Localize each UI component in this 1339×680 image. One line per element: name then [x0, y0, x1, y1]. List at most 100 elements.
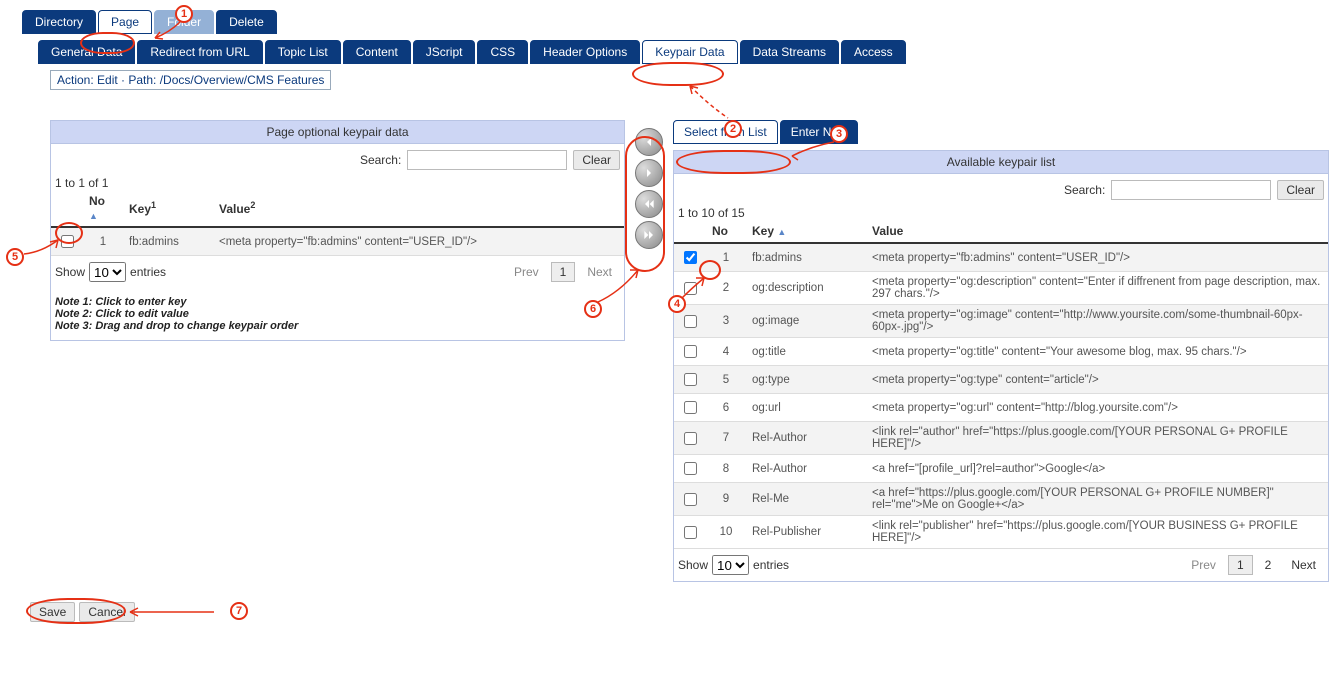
- subtab-css[interactable]: CSS: [477, 40, 528, 64]
- table-row: 9Rel-Me<a href="https://plus.google.com/…: [674, 483, 1328, 516]
- right-row-value[interactable]: <meta property="og:image" content="http:…: [866, 305, 1328, 338]
- left-prev-button[interactable]: Prev: [506, 263, 547, 281]
- left-row-checkbox[interactable]: [61, 235, 74, 248]
- right-page-2-button[interactable]: 2: [1257, 556, 1280, 574]
- right-page-1-button[interactable]: 1: [1228, 555, 1253, 575]
- right-panel-title: Available keypair list: [674, 151, 1328, 174]
- right-row-checkbox[interactable]: [684, 373, 697, 386]
- right-row-checkbox[interactable]: [684, 251, 697, 264]
- left-notes: Note 1: Click to enter key Note 2: Click…: [51, 288, 624, 340]
- right-row-key[interactable]: og:description: [746, 272, 866, 305]
- right-row-value[interactable]: <meta property="og:type" content="articl…: [866, 366, 1328, 394]
- move-all-left-button[interactable]: [635, 190, 663, 218]
- right-row-no: 7: [706, 422, 746, 455]
- left-pagesize-select[interactable]: 10: [89, 262, 126, 282]
- right-prev-button[interactable]: Prev: [1183, 556, 1224, 574]
- annotation-number-3: 3: [830, 125, 848, 143]
- tab-page[interactable]: Page: [98, 10, 152, 34]
- right-row-value[interactable]: <link rel="author" href="https://plus.go…: [866, 422, 1328, 455]
- annotation-number-2: 2: [724, 120, 742, 138]
- left-col-no[interactable]: No: [89, 194, 105, 208]
- cancel-button[interactable]: Cancel: [79, 602, 134, 622]
- left-count-label: 1 to 1 of 1: [51, 176, 624, 190]
- tab-directory[interactable]: Directory: [22, 10, 96, 34]
- annotation-number-1: 1: [175, 5, 193, 23]
- right-count-label: 1 to 10 of 15: [674, 206, 1328, 220]
- subtab-keypair-data[interactable]: Keypair Data: [642, 40, 737, 64]
- right-clear-button[interactable]: Clear: [1277, 180, 1324, 200]
- move-right-button[interactable]: [635, 159, 663, 187]
- right-row-key[interactable]: Rel-Publisher: [746, 516, 866, 549]
- right-col-key[interactable]: Key: [752, 224, 774, 238]
- move-all-right-button[interactable]: [635, 221, 663, 249]
- right-row-checkbox[interactable]: [684, 493, 697, 506]
- right-row-key[interactable]: og:url: [746, 394, 866, 422]
- right-row-checkbox[interactable]: [684, 401, 697, 414]
- right-show-label: Show: [678, 558, 708, 572]
- right-row-value[interactable]: <link rel="publisher" href="https://plus…: [866, 516, 1328, 549]
- subtab-header-options[interactable]: Header Options: [530, 40, 640, 64]
- table-row: 1fb:admins<meta property="fb:admins" con…: [674, 243, 1328, 272]
- right-row-no: 6: [706, 394, 746, 422]
- right-col-no[interactable]: No: [712, 224, 728, 238]
- right-row-no: 4: [706, 338, 746, 366]
- subtab-topic-list[interactable]: Topic List: [265, 40, 341, 64]
- right-row-no: 1: [706, 243, 746, 272]
- right-row-checkbox[interactable]: [684, 462, 697, 475]
- right-row-key[interactable]: Rel-Author: [746, 422, 866, 455]
- right-row-key[interactable]: og:title: [746, 338, 866, 366]
- right-row-no: 9: [706, 483, 746, 516]
- left-page-1-button[interactable]: 1: [551, 262, 576, 282]
- table-row: 1fb:admins<meta property="fb:admins" con…: [51, 227, 624, 256]
- move-left-button[interactable]: [635, 128, 663, 156]
- breadcrumb-path: Action: Edit · Path: /Docs/Overview/CMS …: [50, 70, 331, 90]
- annotation-number-5: 5: [6, 248, 24, 266]
- left-show-label: Show: [55, 265, 85, 279]
- right-next-button[interactable]: Next: [1283, 556, 1324, 574]
- right-row-key[interactable]: og:type: [746, 366, 866, 394]
- table-row: 4og:title<meta property="og:title" conte…: [674, 338, 1328, 366]
- right-search-input[interactable]: [1111, 180, 1271, 200]
- right-row-key[interactable]: Rel-Author: [746, 455, 866, 483]
- right-row-checkbox[interactable]: [684, 526, 697, 539]
- top-tabbar: Directory Page Folder Delete: [10, 10, 1329, 34]
- right-row-value[interactable]: <meta property="og:description" content=…: [866, 272, 1328, 305]
- right-row-value[interactable]: <a href="https://plus.google.com/[YOUR P…: [866, 483, 1328, 516]
- table-row: 8Rel-Author<a href="[profile_url]?rel=au…: [674, 455, 1328, 483]
- right-search-label: Search:: [1064, 183, 1105, 197]
- right-row-value[interactable]: <meta property="og:title" content="Your …: [866, 338, 1328, 366]
- right-row-checkbox[interactable]: [684, 282, 697, 295]
- subtab-general-data[interactable]: General Data: [38, 40, 135, 64]
- left-search-input[interactable]: [407, 150, 567, 170]
- left-col-value[interactable]: Value: [219, 202, 250, 216]
- subtab-jscript[interactable]: JScript: [413, 40, 476, 64]
- subtab-access[interactable]: Access: [841, 40, 906, 64]
- right-row-checkbox[interactable]: [684, 432, 697, 445]
- subtab-redirect-from-url[interactable]: Redirect from URL: [137, 40, 262, 64]
- left-next-button[interactable]: Next: [579, 263, 620, 281]
- right-row-no: 10: [706, 516, 746, 549]
- right-col-value[interactable]: Value: [872, 224, 903, 238]
- left-panel-title: Page optional keypair data: [51, 121, 624, 144]
- table-row: 10Rel-Publisher<link rel="publisher" hre…: [674, 516, 1328, 549]
- right-row-value[interactable]: <meta property="og:url" content="http://…: [866, 394, 1328, 422]
- left-row-key[interactable]: fb:admins: [123, 227, 213, 256]
- right-row-value[interactable]: <meta property="fb:admins" content="USER…: [866, 243, 1328, 272]
- right-row-key[interactable]: og:image: [746, 305, 866, 338]
- right-pagesize-select[interactable]: 10: [712, 555, 749, 575]
- subtab-data-streams[interactable]: Data Streams: [740, 40, 839, 64]
- tab-delete[interactable]: Delete: [216, 10, 277, 34]
- right-row-key[interactable]: fb:admins: [746, 243, 866, 272]
- annotation-number-7: 7: [230, 602, 248, 620]
- left-col-key[interactable]: Key: [129, 202, 151, 216]
- left-row-value[interactable]: <meta property="fb:admins" content="USER…: [213, 227, 624, 256]
- save-button[interactable]: Save: [30, 602, 75, 622]
- right-row-checkbox[interactable]: [684, 315, 697, 328]
- right-row-checkbox[interactable]: [684, 345, 697, 358]
- subtab-content[interactable]: Content: [343, 40, 411, 64]
- sub-tabbar: General Data Redirect from URL Topic Lis…: [10, 40, 1329, 64]
- right-row-no: 5: [706, 366, 746, 394]
- left-clear-button[interactable]: Clear: [573, 150, 620, 170]
- right-row-key[interactable]: Rel-Me: [746, 483, 866, 516]
- right-row-value[interactable]: <a href="[profile_url]?rel=author">Googl…: [866, 455, 1328, 483]
